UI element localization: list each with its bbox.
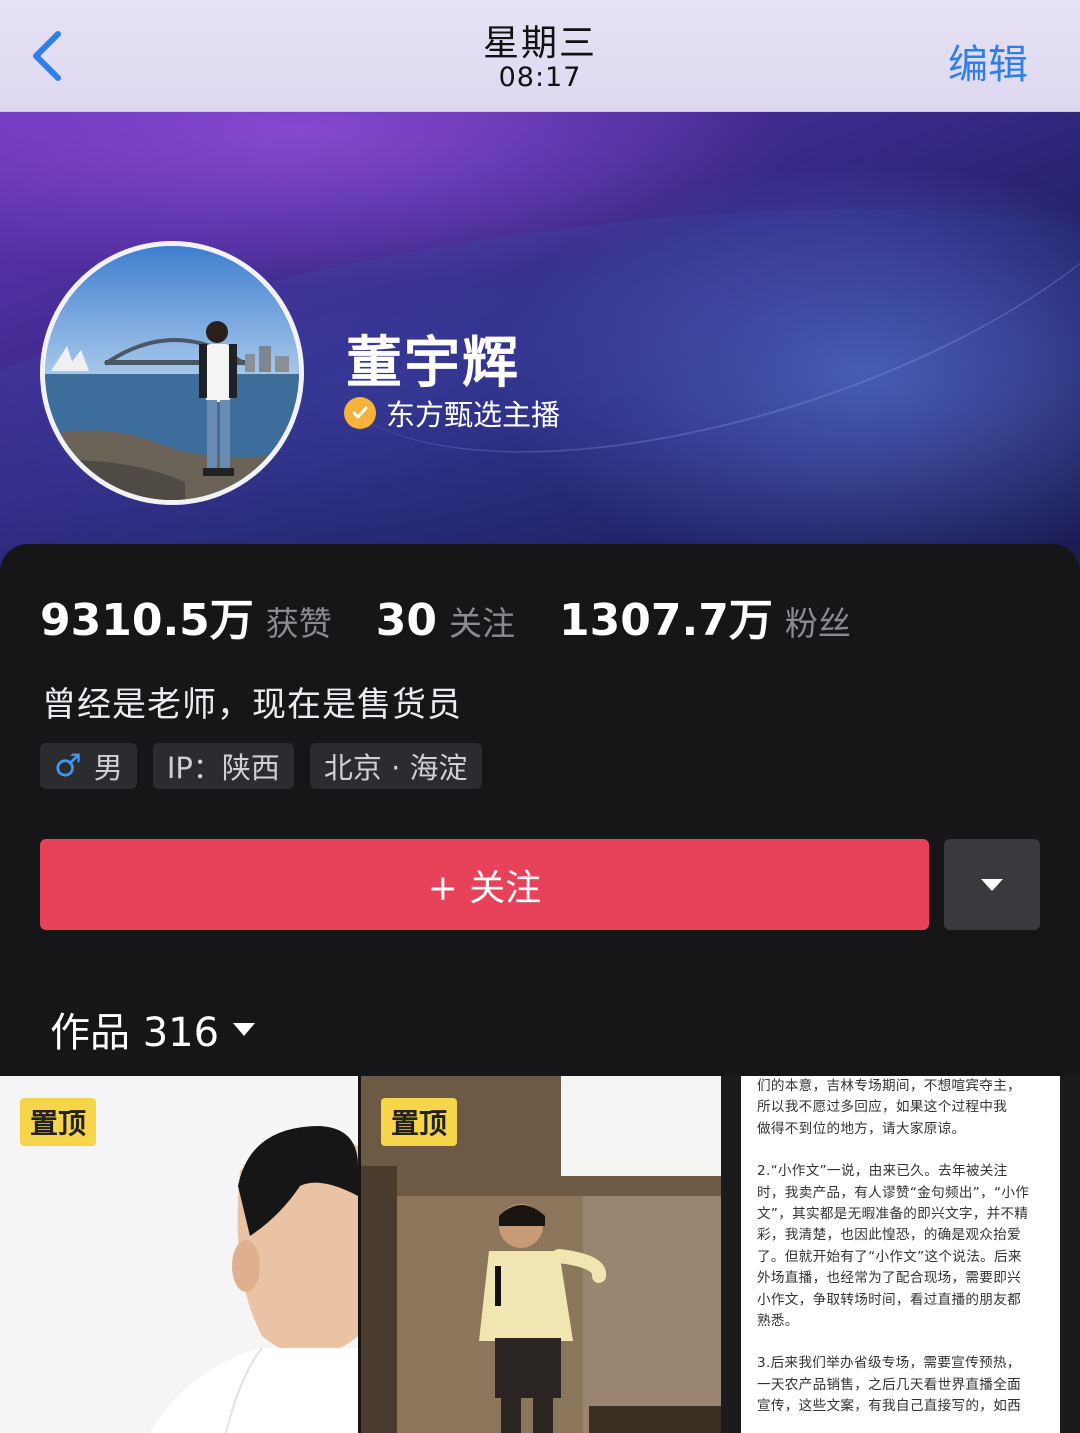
text-post-line: 2.“小作文”一说，由来已久。去年被关注 xyxy=(757,1163,1008,1180)
following-label[interactable]: 关注 xyxy=(449,597,515,645)
likes-count: 9310.5万 xyxy=(40,595,254,646)
caret-down-icon xyxy=(981,878,1003,891)
text-post-body: 们的本意，吉林专场期间，不想喧宾夺主， 所以我不愿过多回应，如果这个过程中我 做得不… xyxy=(757,1076,1044,1418)
male-icon: ♂ xyxy=(54,748,82,784)
text-post-line: 一天农产品销售，之后几天看世界直播全面 xyxy=(757,1376,1021,1393)
works-tab-label: 作品 316 xyxy=(50,1010,220,1056)
text-post-line: 熟悉。 xyxy=(757,1313,799,1330)
text-post-line: 们的本意，吉林专场期间，不想喧宾夺主， xyxy=(757,1078,1021,1094)
work-item[interactable]: 置顶 xyxy=(0,1076,358,1433)
ip-location-tag: IP：陕西 xyxy=(152,743,294,789)
text-post-line: 小作文，争取转场时间，看过直播的朋友都 xyxy=(757,1291,1021,1308)
text-post-line: 做得不到位的地方，请大家原谅。 xyxy=(757,1120,966,1137)
bio-text: 曾经是老师，现在是售货员 xyxy=(42,685,462,725)
following-count[interactable]: 30 xyxy=(376,595,437,646)
follow-button[interactable]: + 关注 xyxy=(40,839,929,930)
verification-row: 东方甄选主播 xyxy=(344,392,560,434)
pinned-badge: 置顶 xyxy=(20,1098,97,1146)
pinned-badge: 置顶 xyxy=(381,1098,458,1146)
work-item[interactable]: 置顶 xyxy=(361,1076,721,1433)
works-grid: 置顶 置顶 们的本意，吉林专场期间，不想喧宾夺主， 所以我不愿过多回应，如果这个过… xyxy=(0,1076,1080,1433)
tab-works[interactable]: 作品 316 xyxy=(50,1000,256,1058)
edit-button[interactable]: 编辑 xyxy=(948,32,1028,90)
work-item[interactable]: 们的本意，吉林专场期间，不想喧宾夺主， 所以我不愿过多回应，如果这个过程中我 做得不… xyxy=(721,1076,1080,1433)
more-options-button[interactable] xyxy=(944,839,1040,930)
followers-count[interactable]: 1307.7万 xyxy=(559,584,773,648)
caret-down-icon xyxy=(233,1022,256,1036)
username: 董宇辉 xyxy=(346,331,520,396)
avatar[interactable] xyxy=(40,241,304,505)
gender-tag: ♂ 男 xyxy=(40,743,137,789)
verification-label: 东方甄选主播 xyxy=(386,398,561,432)
city-tag: 北京 · 海淀 xyxy=(309,743,482,789)
text-post-line: 文”，其实都是无暇准备的即兴文字，并不精 xyxy=(757,1206,1029,1223)
text-post-line: 了。但就开始有了“小作文”这个说法。后来 xyxy=(757,1248,1022,1265)
tag-row: ♂ 男 IP：陕西 北京 · 海淀 xyxy=(40,743,498,789)
text-post-line: 3.后来我们举办省级专场，需要宣传预热， xyxy=(757,1355,1021,1372)
text-post-line: 时，我卖产品，有人谬赞“金句频出”，“小作 xyxy=(757,1184,1030,1201)
text-post-line: 宣传，这些文案，有我自己直接写的，如西 xyxy=(757,1398,1021,1415)
gender-label: 男 xyxy=(93,751,123,785)
avatar-photo xyxy=(45,246,299,500)
likes-label: 获赞 xyxy=(265,604,332,643)
stats-row: 9310.5万 获赞 30 关注 1307.7万 粉丝 xyxy=(40,584,851,648)
nav-title: 星期三 xyxy=(482,23,597,64)
nav-time: 08:17 xyxy=(498,62,582,93)
text-post-preview: 们的本意，吉林专场期间，不想喧宾夺主， 所以我不愿过多回应，如果这个过程中我 做得不… xyxy=(741,1076,1060,1433)
top-nav-bar: 星期三 08:17 编辑 xyxy=(0,0,1080,112)
text-post-line: 外场直播，也经常为了配合现场，需要即兴 xyxy=(757,1270,1021,1287)
verified-check-icon xyxy=(344,397,376,429)
followers-label[interactable]: 粉丝 xyxy=(785,597,851,645)
text-post-line: 所以我不愿过多回应，如果这个过程中我 xyxy=(757,1099,1008,1116)
profile-card: 9310.5万 获赞 30 关注 1307.7万 粉丝 曾经是老师，现在是售货员… xyxy=(0,544,1080,1076)
text-post-line: 彩，我清楚，也因此惶恐，的确是观众抬爱 xyxy=(757,1227,1021,1244)
